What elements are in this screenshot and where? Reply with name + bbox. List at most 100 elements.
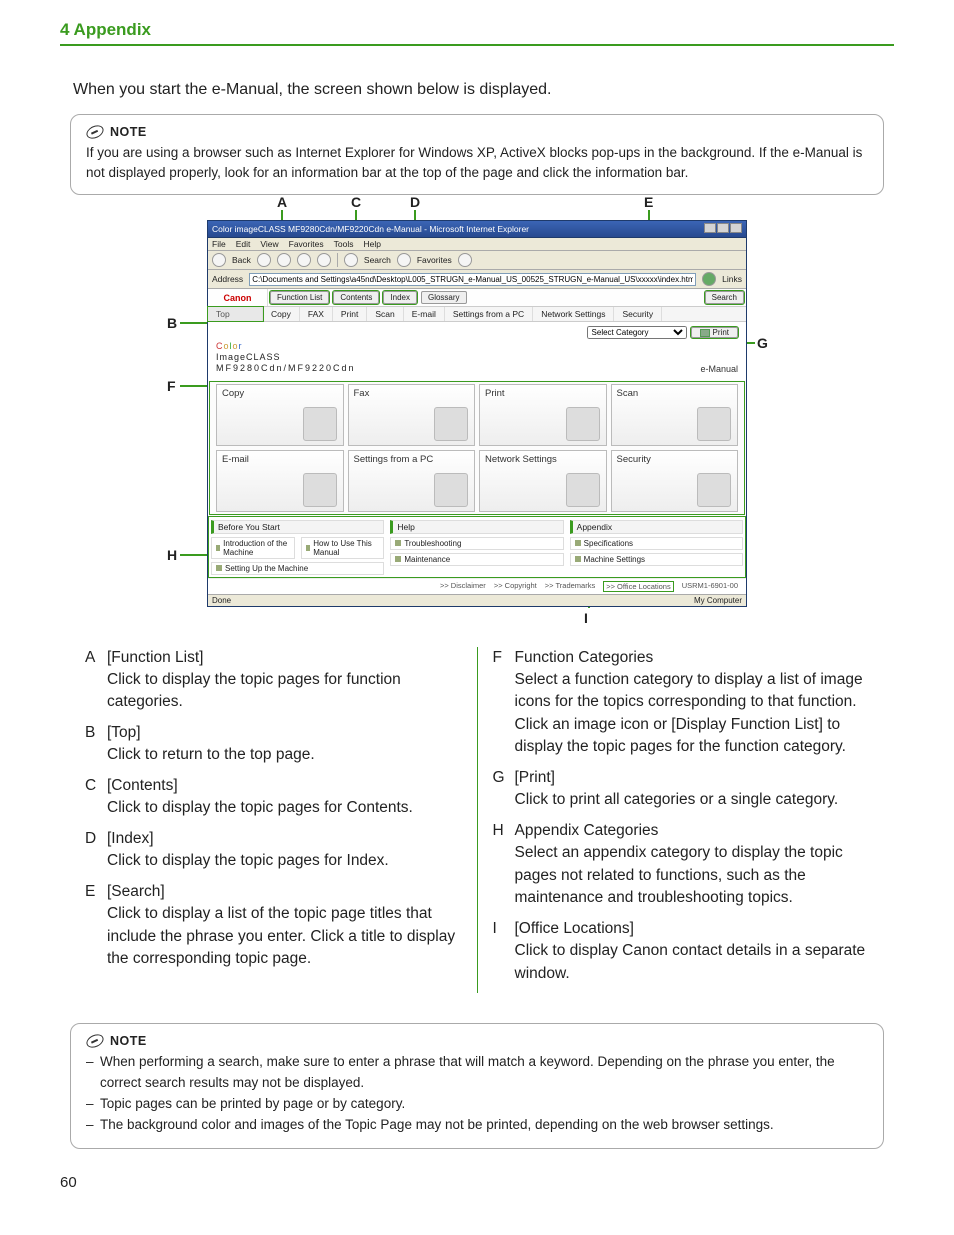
- tile-print[interactable]: Print: [479, 384, 607, 446]
- definition-letter: F: [493, 647, 515, 759]
- function-list-button[interactable]: Function List: [270, 291, 329, 304]
- definition-term: [Search]: [107, 881, 462, 903]
- stop-icon[interactable]: [277, 253, 291, 267]
- definition-item: E[Search]Click to display a list of the …: [85, 881, 462, 971]
- contents-button[interactable]: Contents: [333, 291, 379, 304]
- definition-term: [Top]: [107, 722, 462, 744]
- footer-code: USRM1-6901-00: [682, 581, 738, 592]
- menu-bar[interactable]: File Edit View Favorites Tools Help: [208, 238, 746, 251]
- tab-network[interactable]: Network Settings: [533, 307, 614, 321]
- status-bar: Done My Computer: [208, 594, 746, 606]
- link-trademarks[interactable]: >> Trademarks: [545, 581, 595, 592]
- tile-copy[interactable]: Copy: [216, 384, 344, 446]
- link-specifications[interactable]: Specifications: [570, 537, 743, 550]
- glossary-button[interactable]: Glossary: [421, 291, 467, 304]
- back-label[interactable]: Back: [232, 255, 251, 265]
- link-copyright[interactable]: >> Copyright: [494, 581, 537, 592]
- tab-copy[interactable]: Copy: [263, 307, 300, 321]
- favorites-icon[interactable]: [397, 253, 411, 267]
- window-buttons[interactable]: [703, 223, 742, 235]
- link-setup-machine[interactable]: Setting Up the Machine: [211, 562, 384, 575]
- note-list: When performing a search, make sure to e…: [86, 1052, 868, 1136]
- tab-top[interactable]: Top: [208, 307, 263, 321]
- link-intro-machine[interactable]: Introduction of the Machine: [211, 537, 295, 559]
- header-before[interactable]: Before You Start: [211, 520, 384, 534]
- search-button[interactable]: Search: [705, 291, 744, 304]
- tile-fax[interactable]: Fax: [348, 384, 476, 446]
- search-label[interactable]: Search: [364, 255, 391, 265]
- select-category[interactable]: Select Category: [587, 326, 687, 339]
- tile-security[interactable]: Security: [611, 450, 739, 512]
- definition-desc: Click to display the topic pages for Ind…: [107, 850, 462, 872]
- link-howto-manual[interactable]: How to Use This Manual: [301, 537, 385, 559]
- chapter-heading: 4 Appendix: [60, 20, 894, 46]
- index-button[interactable]: Index: [383, 291, 417, 304]
- home-icon[interactable]: [317, 253, 331, 267]
- header-help[interactable]: Help: [390, 520, 563, 534]
- definition-letter: I: [493, 918, 515, 985]
- menu-help[interactable]: Help: [363, 239, 380, 249]
- link-maintenance[interactable]: Maintenance: [390, 553, 563, 566]
- tile-scan[interactable]: Scan: [611, 384, 739, 446]
- print-button[interactable]: Print: [691, 327, 738, 338]
- address-input[interactable]: [249, 273, 696, 286]
- history-icon[interactable]: [458, 253, 472, 267]
- definition-letter: H: [493, 820, 515, 910]
- scan-icon: [697, 407, 731, 441]
- menu-view[interactable]: View: [260, 239, 278, 249]
- diagram: A C D E B F G H I Color imageCLASS MF928…: [207, 220, 747, 606]
- definition-desc: Click to display the topic pages for fun…: [107, 669, 462, 714]
- links-label[interactable]: Links: [722, 274, 742, 284]
- brand-logo: Canon: [208, 289, 268, 306]
- tab-fax[interactable]: FAX: [300, 307, 333, 321]
- address-bar: Address Links: [208, 270, 746, 289]
- definition-item: FFunction CategoriesSelect a function ca…: [493, 647, 870, 759]
- link-disclaimer[interactable]: >> Disclaimer: [440, 581, 486, 592]
- definition-desc: Click to display Canon contact details i…: [515, 940, 870, 985]
- forward-icon[interactable]: [257, 253, 271, 267]
- tab-scan[interactable]: Scan: [367, 307, 403, 321]
- note-box-2: NOTE When performing a search, make sure…: [70, 1023, 884, 1149]
- fax-icon: [434, 407, 468, 441]
- link-troubleshooting[interactable]: Troubleshooting: [390, 537, 563, 550]
- back-icon[interactable]: [212, 253, 226, 267]
- definition-letter: D: [85, 828, 107, 873]
- menu-file[interactable]: File: [212, 239, 226, 249]
- link-office-locations[interactable]: >> Office Locations: [603, 581, 674, 592]
- note-icon: [84, 1032, 105, 1050]
- menu-tools[interactable]: Tools: [334, 239, 354, 249]
- tab-email[interactable]: E-mail: [404, 307, 445, 321]
- callout-f: F: [167, 378, 176, 394]
- status-mycomputer: My Computer: [694, 596, 742, 605]
- tab-security[interactable]: Security: [614, 307, 662, 321]
- go-icon[interactable]: [702, 272, 716, 286]
- definition-item: G[Print]Click to print all categories or…: [493, 767, 870, 812]
- search-icon[interactable]: [344, 253, 358, 267]
- definition-item: HAppendix CategoriesSelect an appendix c…: [493, 820, 870, 910]
- browser-window: Color imageCLASS MF9280Cdn/MF9220Cdn e-M…: [207, 220, 747, 606]
- definition-desc: Click to display the topic pages for Con…: [107, 797, 462, 819]
- note-text: If you are using a browser such as Inter…: [86, 143, 868, 182]
- definition-letter: E: [85, 881, 107, 971]
- note-label: NOTE: [110, 125, 147, 139]
- definition-desc: Click to return to the top page.: [107, 744, 462, 766]
- definition-desc: Select an appendix category to display t…: [515, 842, 870, 909]
- tab-settings-pc[interactable]: Settings from a PC: [445, 307, 533, 321]
- refresh-icon[interactable]: [297, 253, 311, 267]
- function-grid: Copy Fax Print Scan E-mail Settings from…: [208, 380, 746, 516]
- appendix-area: Before You Start Help Appendix Introduct…: [208, 516, 746, 578]
- link-machine-settings[interactable]: Machine Settings: [570, 553, 743, 566]
- header-appendix[interactable]: Appendix: [570, 520, 743, 534]
- menu-edit[interactable]: Edit: [236, 239, 251, 249]
- note-list-item: When performing a search, make sure to e…: [86, 1052, 868, 1094]
- definition-term: [Contents]: [107, 775, 462, 797]
- definition-item: A[Function List]Click to display the top…: [85, 647, 462, 714]
- menu-favorites[interactable]: Favorites: [289, 239, 324, 249]
- tile-network[interactable]: Network Settings: [479, 450, 607, 512]
- definition-item: B[Top]Click to return to the top page.: [85, 722, 462, 767]
- favorites-label[interactable]: Favorites: [417, 255, 452, 265]
- tile-settings-pc[interactable]: Settings from a PC: [348, 450, 476, 512]
- tile-email[interactable]: E-mail: [216, 450, 344, 512]
- definition-desc: Select a function category to display a …: [515, 669, 870, 759]
- tab-print[interactable]: Print: [333, 307, 367, 321]
